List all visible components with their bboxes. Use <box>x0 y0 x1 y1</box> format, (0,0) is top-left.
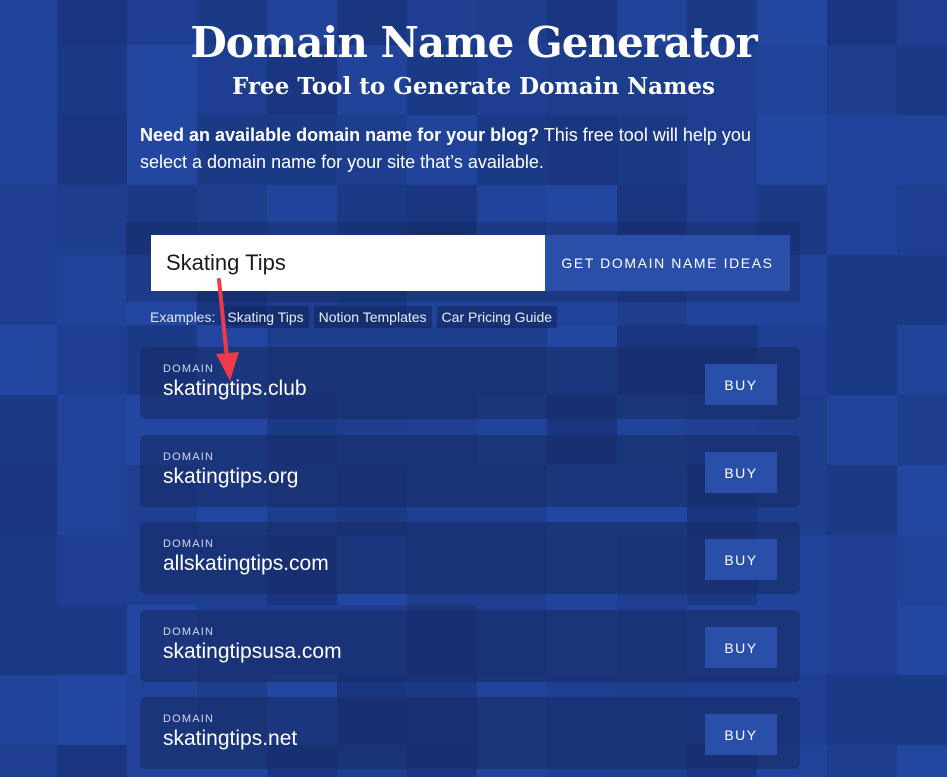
intro-bold-text: Need an available domain name for your b… <box>140 125 540 145</box>
page-title: Domain Name Generator <box>190 18 757 67</box>
result-card: DOMAIN skatingtipsusa.com BUY <box>140 610 800 682</box>
buy-button[interactable]: BUY <box>705 539 777 580</box>
result-label: DOMAIN <box>163 713 215 725</box>
buy-button[interactable]: BUY <box>705 714 777 755</box>
buy-button[interactable]: BUY <box>705 364 777 405</box>
result-domain: skatingtipsusa.com <box>163 640 342 663</box>
example-chip-car-pricing-guide[interactable]: Car Pricing Guide <box>436 306 558 328</box>
buy-button[interactable]: BUY <box>705 627 777 668</box>
result-domain: skatingtips.org <box>163 465 299 488</box>
result-card: DOMAIN skatingtips.net BUY <box>140 697 800 769</box>
result-domain: skatingtips.net <box>163 727 298 750</box>
result-card: DOMAIN allskatingtips.com BUY <box>140 522 800 594</box>
get-domain-ideas-button[interactable]: GET DOMAIN NAME IDEAS <box>545 235 790 291</box>
result-domain: allskatingtips.com <box>163 552 329 575</box>
intro-text: Need an available domain name for your b… <box>140 122 800 176</box>
result-label: DOMAIN <box>163 626 215 638</box>
result-card: DOMAIN skatingtips.org BUY <box>140 435 800 507</box>
page-subtitle: Free Tool to Generate Domain Names <box>232 73 715 100</box>
example-chip-notion-templates[interactable]: Notion Templates <box>313 306 432 328</box>
annotation-arrow-icon <box>216 278 239 381</box>
result-label: DOMAIN <box>163 451 215 463</box>
buy-button[interactable]: BUY <box>705 452 777 493</box>
result-label: DOMAIN <box>163 538 215 550</box>
